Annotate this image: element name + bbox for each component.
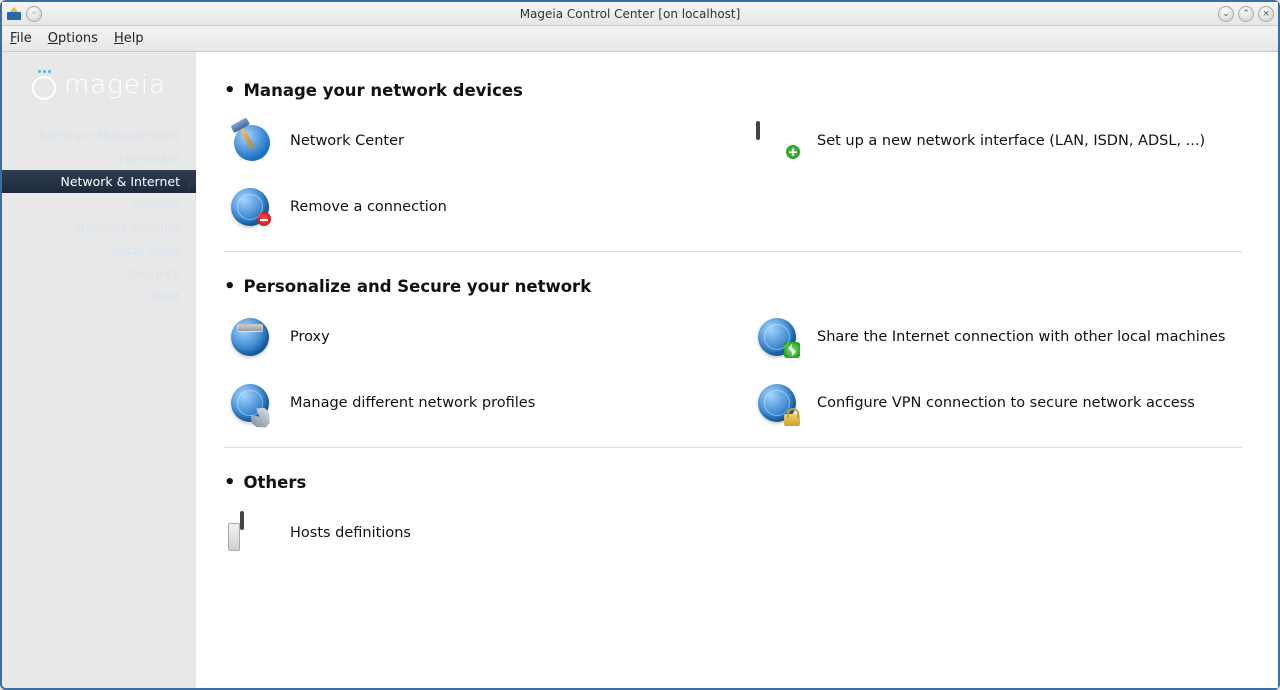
sidebar-item-software-management[interactable]: Software Management: [2, 124, 196, 147]
new-interface-icon: +: [755, 119, 799, 163]
menubar: File Options Help: [2, 26, 1278, 52]
sidebar-item-system[interactable]: System: [2, 193, 196, 216]
tool-vpn[interactable]: Configure VPN connection to secure netwo…: [755, 379, 1242, 427]
sidebar-item-network-internet[interactable]: Network & Internet: [2, 170, 196, 193]
section-title-personalize-secure: Personalize and Secure your network: [224, 276, 1242, 297]
menu-help[interactable]: Help: [114, 31, 144, 46]
tool-remove-connection[interactable]: Remove a connection: [228, 183, 715, 231]
tool-hosts-definitions[interactable]: Hosts definitions: [228, 509, 715, 557]
content-pane: Manage your network devices Network Cent…: [196, 52, 1278, 688]
network-center-icon: [228, 119, 272, 163]
maximize-button[interactable]: ⌃: [1238, 6, 1254, 22]
share-internet-icon: [755, 315, 799, 359]
tool-share-internet[interactable]: Share the Internet connection with other…: [755, 313, 1242, 361]
sidebar-item-hardware[interactable]: Hardware: [2, 147, 196, 170]
close-button[interactable]: ×: [1258, 6, 1274, 22]
remove-connection-icon: [228, 185, 272, 229]
logo-text: mageia: [64, 70, 166, 100]
tool-network-profiles[interactable]: Manage different network profiles: [228, 379, 715, 427]
logo: mageia: [2, 70, 196, 100]
tool-network-center[interactable]: Network Center: [228, 117, 715, 165]
sidebar-item-boot[interactable]: Boot: [2, 285, 196, 308]
sidebar-item-local-disks[interactable]: Local disks: [2, 239, 196, 262]
window-menu-button[interactable]: ◦: [26, 6, 42, 22]
tool-proxy[interactable]: Proxy: [228, 313, 715, 361]
separator: [224, 447, 1242, 448]
hosts-icon: [228, 511, 272, 555]
menu-options[interactable]: Options: [48, 31, 98, 46]
mageia-logo-icon: [32, 72, 58, 98]
window-title: Mageia Control Center [on localhost]: [42, 7, 1218, 21]
section-title-manage-devices: Manage your network devices: [224, 80, 1242, 101]
tool-new-interface[interactable]: + Set up a new network interface (LAN, I…: [755, 117, 1242, 165]
separator: [224, 251, 1242, 252]
section-title-others: Others: [224, 472, 1242, 493]
sidebar-items: Software Management Hardware Network & I…: [2, 124, 196, 308]
menu-file[interactable]: File: [10, 31, 32, 46]
vpn-icon: [755, 381, 799, 425]
sidebar: mageia Software Management Hardware Netw…: [2, 52, 196, 688]
sidebar-item-security[interactable]: Security: [2, 262, 196, 285]
minimize-button[interactable]: ⌄: [1218, 6, 1234, 22]
app-icon: [6, 6, 22, 22]
network-profiles-icon: [228, 381, 272, 425]
sidebar-item-network-sharing[interactable]: Network Sharing: [2, 216, 196, 239]
titlebar: ◦ Mageia Control Center [on localhost] ⌄…: [2, 2, 1278, 26]
proxy-icon: [228, 315, 272, 359]
